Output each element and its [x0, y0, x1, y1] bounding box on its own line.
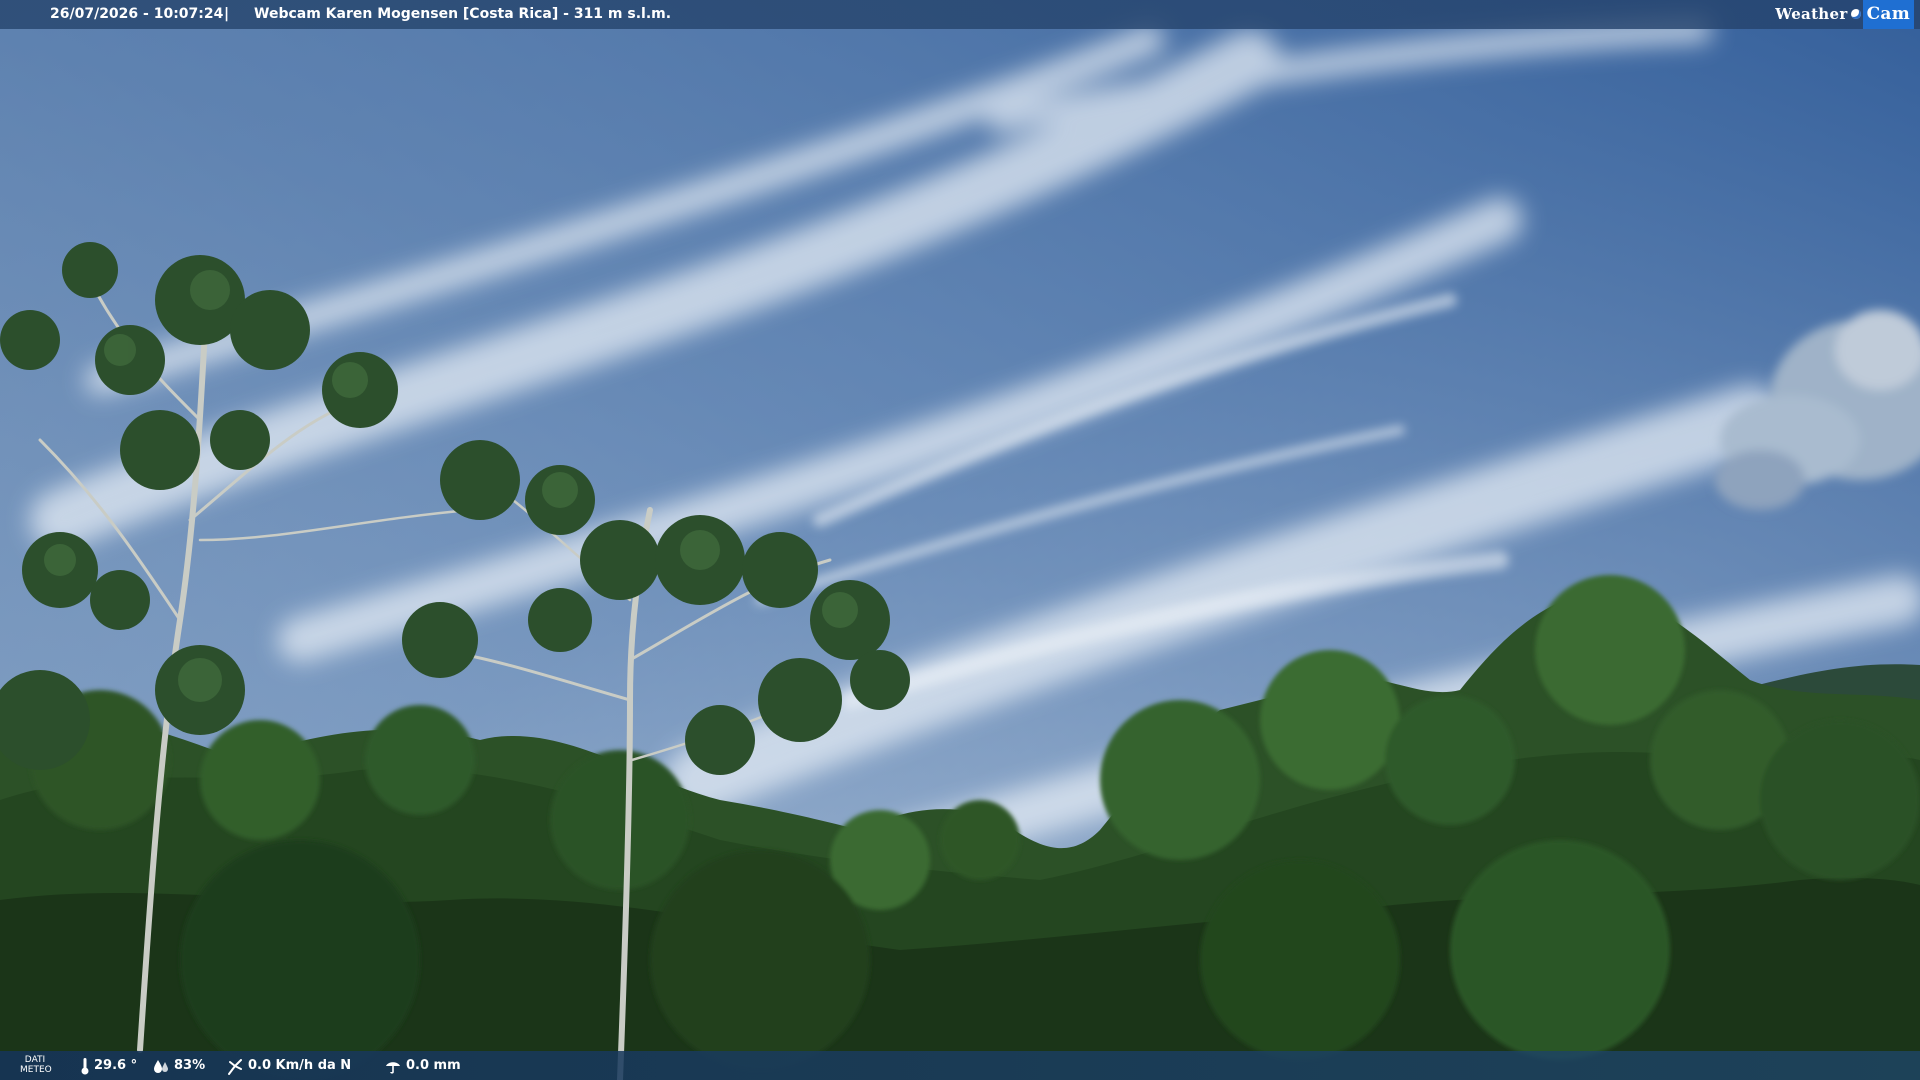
thermometer-icon — [80, 1057, 90, 1075]
rain-value: 0.0 mm — [406, 1058, 461, 1073]
wind-icon — [226, 1057, 244, 1075]
weather-data-bar: DATI METEO 29.6 ° 83% 0.0 Km/h da N 0.0 … — [0, 1051, 1920, 1080]
temperature-reading: 29.6 ° — [80, 1051, 137, 1080]
wind-value: 0.0 Km/h da N — [248, 1058, 352, 1073]
wind-reading: 0.0 Km/h da N — [226, 1051, 351, 1080]
weather-label-line1: DATI — [24, 1055, 46, 1065]
globe-icon — [1850, 9, 1861, 19]
humidity-drop-icon — [152, 1058, 170, 1074]
camera-title: Webcam Karen Mogensen [Costa Rica] - 311… — [254, 6, 672, 22]
weather-data-label: DATI METEO — [20, 1055, 52, 1075]
weather-label-line2: METEO — [20, 1065, 52, 1075]
title-separator: | — [224, 6, 230, 22]
brand-cam: Cam — [1862, 0, 1914, 29]
humidity-value: 83% — [174, 1058, 206, 1073]
rain-gauge-icon — [384, 1058, 402, 1074]
weathercam-logo: Weather Cam — [1775, 0, 1914, 29]
webcam-scene — [0, 0, 1920, 1080]
temperature-value: 29.6 ° — [94, 1058, 138, 1073]
brand-weather: Weather — [1775, 4, 1848, 23]
webcam-top-bar: 26/07/2026 - 10:07:24 | Webcam Karen Mog… — [0, 0, 1920, 29]
humidity-reading: 83% — [152, 1051, 205, 1080]
rain-reading: 0.0 mm — [384, 1051, 461, 1080]
timestamp: 26/07/2026 - 10:07:24 — [50, 6, 224, 22]
